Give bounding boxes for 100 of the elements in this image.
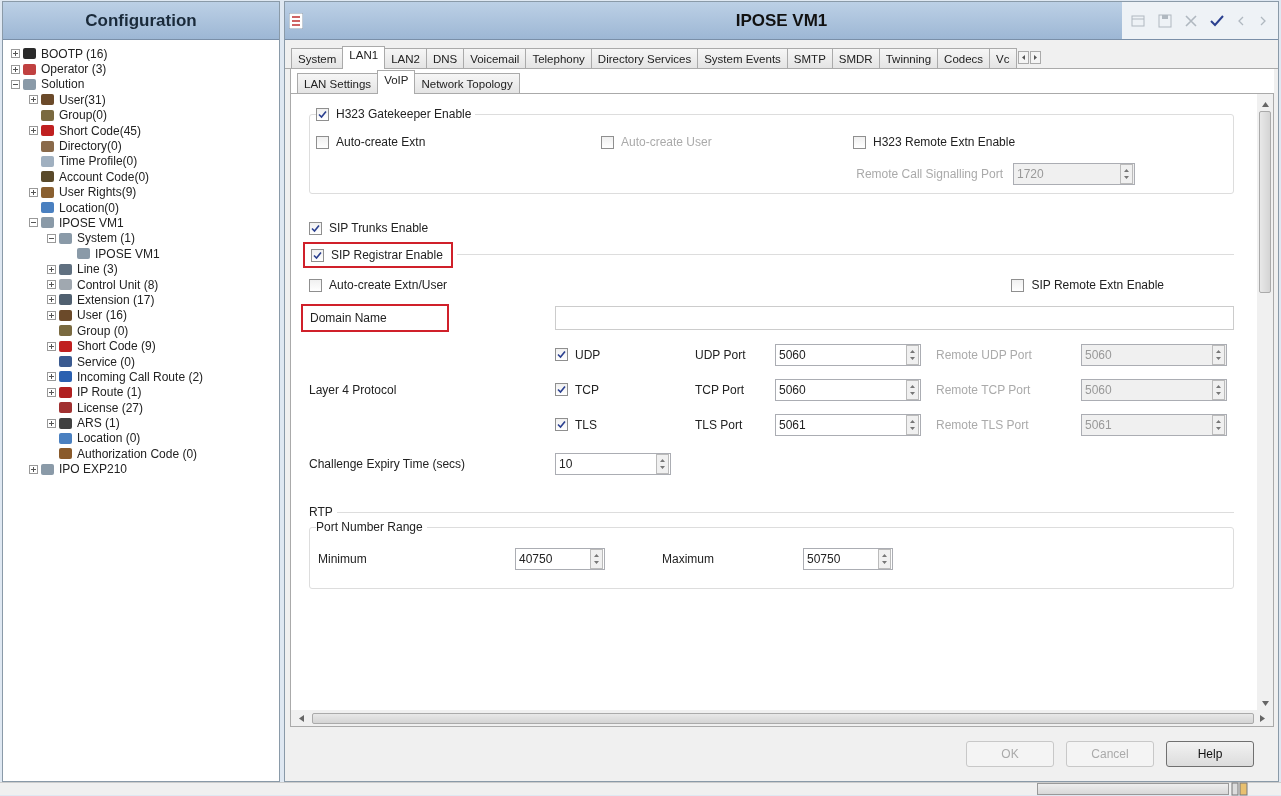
tab[interactable]: Telephony xyxy=(525,48,592,68)
field-label: Maximum xyxy=(662,552,715,566)
spin-field[interactable]: 5060 xyxy=(775,378,921,401)
tree-item[interactable]: Account Code(0) xyxy=(59,169,150,184)
scrollbar-thumb[interactable] xyxy=(312,712,1254,724)
checkbox[interactable] xyxy=(316,135,329,149)
tree-item[interactable]: IPOSE VM1 xyxy=(59,216,124,230)
spin-field[interactable]: 40750 xyxy=(515,548,605,570)
spin-field[interactable]: 10 xyxy=(555,453,671,475)
tree-item[interactable]: Line (3) xyxy=(77,262,118,277)
tree-item[interactable]: Directory(0) xyxy=(59,139,122,154)
tab[interactable]: SMDR xyxy=(831,48,880,68)
field-label: Remote Call Signalling Port xyxy=(856,167,1003,181)
scroll-up-icon[interactable] xyxy=(1261,102,1269,107)
spin-field[interactable]: 5060 xyxy=(775,343,921,366)
scroll-down-icon[interactable] xyxy=(1261,701,1269,706)
tab[interactable]: DNS xyxy=(425,48,465,68)
expand-icon[interactable] xyxy=(29,187,38,197)
tree-item[interactable]: License (27) xyxy=(77,400,144,415)
expand-icon[interactable] xyxy=(11,49,20,59)
tab[interactable]: Vc xyxy=(989,48,1017,68)
tree-item[interactable]: ARS (1) xyxy=(77,416,120,431)
tab[interactable]: Twinning xyxy=(878,48,939,68)
vertical-scrollbar[interactable] xyxy=(1257,94,1273,710)
checkbox[interactable] xyxy=(555,348,568,361)
checkbox[interactable] xyxy=(309,278,322,292)
tree-item[interactable]: BOOTP (16) xyxy=(41,46,108,61)
expand-icon[interactable] xyxy=(47,341,56,351)
tree-item[interactable]: IPO EXP210 xyxy=(59,462,128,477)
dialog-button[interactable]: Help xyxy=(1166,741,1254,767)
expand-icon[interactable] xyxy=(47,387,56,397)
tree-item[interactable]: User Rights(9) xyxy=(59,185,137,200)
scroll-right-icon[interactable] xyxy=(1260,714,1265,722)
tab[interactable]: LAN2 xyxy=(384,48,427,68)
spinner-arrows-icon[interactable] xyxy=(590,549,603,569)
spin-field[interactable]: 50750 xyxy=(803,548,893,570)
expand-icon[interactable] xyxy=(47,372,56,382)
tab[interactable]: System xyxy=(291,48,344,68)
tree-item[interactable]: System (1) xyxy=(77,231,135,246)
tree-item[interactable]: IPOSE VM1 xyxy=(95,246,160,261)
tab[interactable]: Codecs xyxy=(937,48,991,68)
expand-icon[interactable] xyxy=(29,464,38,474)
tree-item[interactable]: Short Code(45) xyxy=(59,123,142,138)
scrollbar-thumb[interactable] xyxy=(1259,111,1271,293)
tree-item[interactable]: Time Profile(0) xyxy=(59,154,138,169)
expand-icon[interactable] xyxy=(47,264,56,274)
expand-icon[interactable] xyxy=(47,310,56,320)
spin-field[interactable]: 5061 xyxy=(775,413,921,436)
tree-item[interactable]: User(31) xyxy=(59,92,106,107)
expand-icon[interactable] xyxy=(29,95,38,105)
tree-item[interactable]: Extension (17) xyxy=(77,292,155,307)
tree-item[interactable]: Group (0) xyxy=(77,323,129,338)
checkbox[interactable] xyxy=(309,221,322,235)
spinner-arrows-icon[interactable] xyxy=(906,414,919,435)
checkbox[interactable] xyxy=(555,418,568,431)
spinner-arrows-icon[interactable] xyxy=(656,454,669,474)
checkbox[interactable] xyxy=(1011,278,1025,292)
domain-name-field[interactable] xyxy=(555,306,1234,330)
collapse-icon[interactable] xyxy=(29,218,38,228)
tree-item[interactable]: Control Unit (8) xyxy=(77,277,159,292)
spinner-arrows-icon[interactable] xyxy=(906,344,919,365)
tree-item[interactable]: User (16) xyxy=(77,308,127,323)
editor-title: IPOSE VM1 xyxy=(734,10,829,31)
tab[interactable]: LAN1 xyxy=(342,46,386,69)
expand-icon[interactable] xyxy=(47,295,56,305)
spinner-arrows-icon[interactable] xyxy=(878,549,891,569)
spinner-arrows-icon[interactable] xyxy=(906,379,919,400)
collapse-icon[interactable] xyxy=(11,79,20,89)
horizontal-scrollbar[interactable] xyxy=(291,710,1273,726)
checkbox[interactable] xyxy=(853,135,866,149)
tree-item[interactable]: Authorization Code (0) xyxy=(77,446,198,461)
tab[interactable]: SMTP xyxy=(786,48,833,68)
tab[interactable]: System Events xyxy=(697,48,788,68)
tree-item[interactable]: Solution xyxy=(41,77,85,92)
collapse-icon[interactable] xyxy=(47,233,56,243)
scroll-right-icon[interactable] xyxy=(1029,50,1041,64)
checkbox-label: Auto-create Extn/User xyxy=(329,278,448,292)
tree-item[interactable]: Service (0) xyxy=(77,354,135,369)
expand-icon[interactable] xyxy=(47,418,56,428)
tab[interactable]: Voicemail xyxy=(463,48,527,68)
menu-icon[interactable] xyxy=(289,12,303,29)
checkbox[interactable] xyxy=(311,248,324,262)
tab[interactable]: VoIP xyxy=(377,70,416,94)
expand-icon[interactable] xyxy=(29,126,38,136)
tab[interactable]: Directory Services xyxy=(590,48,699,68)
checkbox[interactable] xyxy=(555,383,568,396)
tree-item[interactable]: Operator (3) xyxy=(41,62,107,77)
expand-icon[interactable] xyxy=(11,64,20,74)
tree-item[interactable]: Location (0) xyxy=(77,431,141,446)
scroll-left-icon[interactable] xyxy=(299,714,304,722)
scroll-left-icon[interactable] xyxy=(1017,50,1029,64)
tree-item[interactable]: Location(0) xyxy=(59,200,120,215)
tree-item[interactable]: IP Route (1) xyxy=(77,385,142,400)
tree-item[interactable]: Short Code (9) xyxy=(77,339,156,354)
checkbox[interactable] xyxy=(316,107,329,121)
tab[interactable]: LAN Settings xyxy=(297,73,379,93)
tab[interactable]: Network Topology xyxy=(414,73,520,93)
expand-icon[interactable] xyxy=(47,280,56,290)
tree-item[interactable]: Incoming Call Route (2) xyxy=(77,369,204,384)
tree-item[interactable]: Group(0) xyxy=(59,108,108,123)
